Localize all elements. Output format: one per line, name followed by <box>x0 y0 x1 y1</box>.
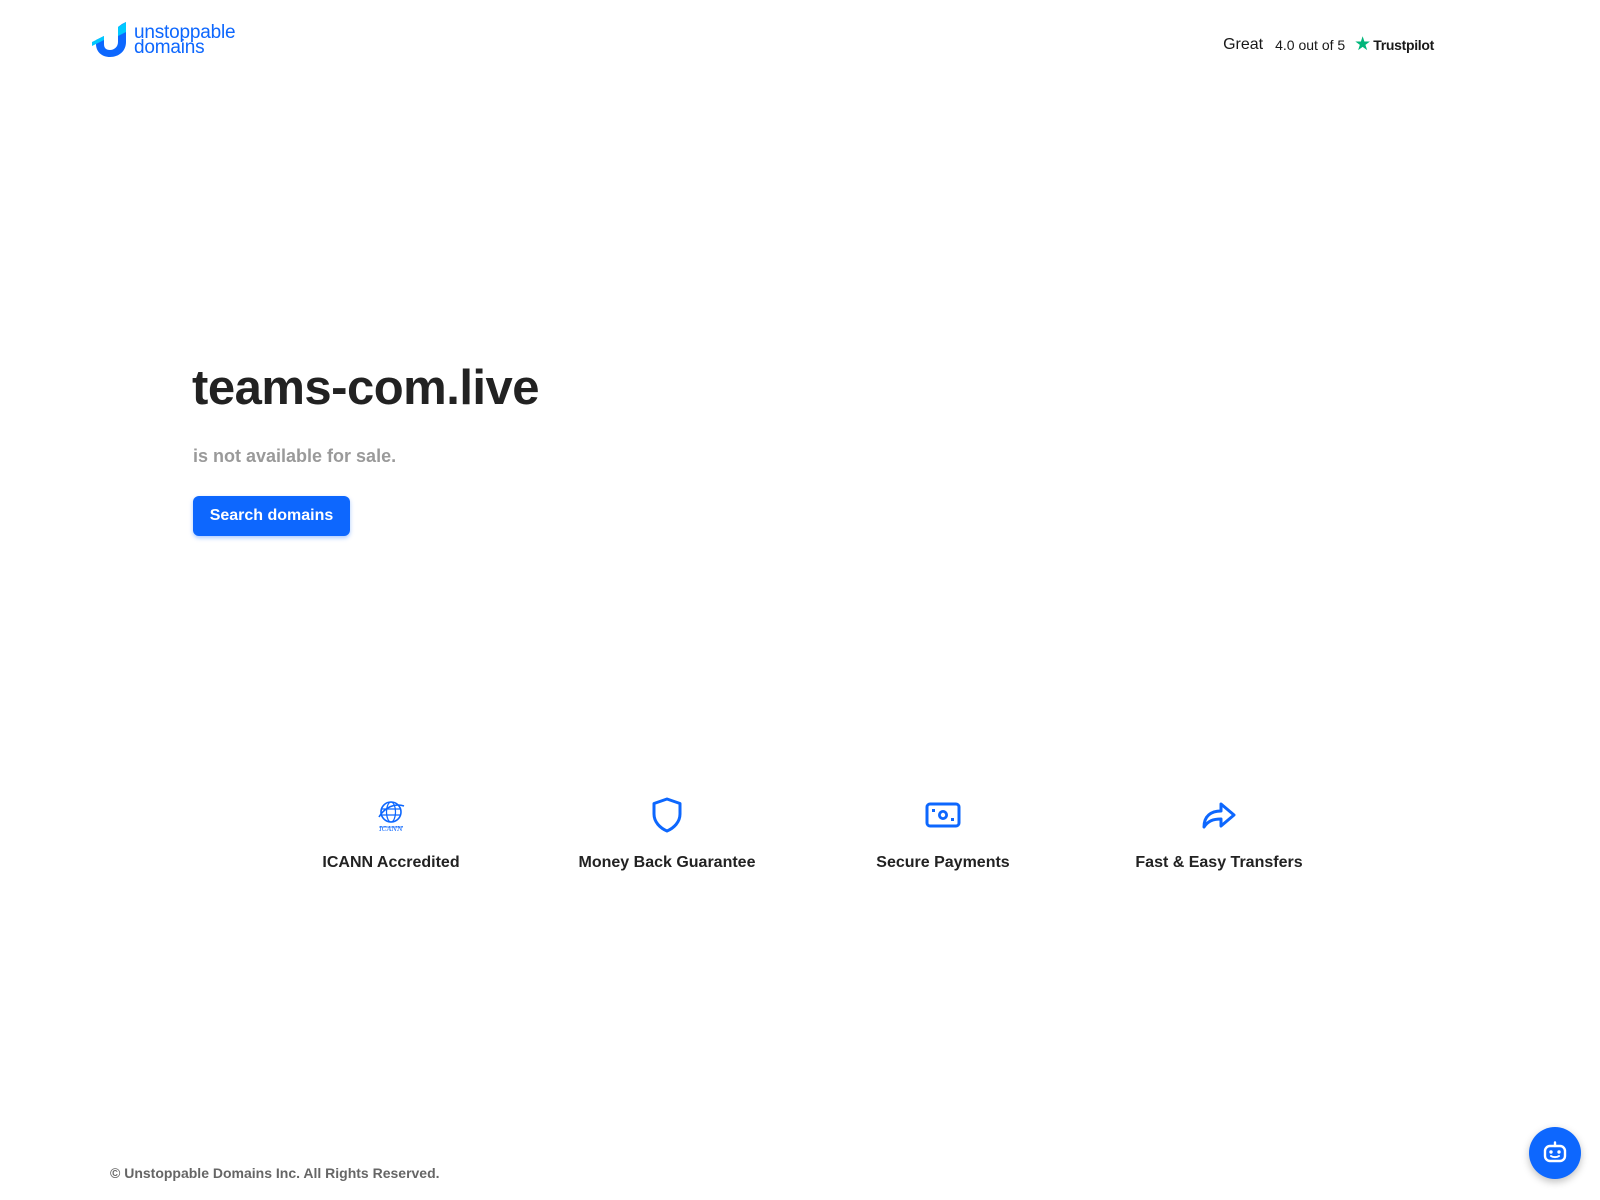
share-arrow-icon <box>1202 802 1236 829</box>
feature-label: ICANN Accredited <box>322 854 460 871</box>
feature-label: Money Back Guarantee <box>578 854 756 871</box>
domain-name-title: teams-com.live <box>192 361 540 415</box>
unstoppable-domains-logo-icon <box>92 22 126 57</box>
icann-globe-icon: ICANN <box>378 801 405 833</box>
logo-wordmark: unstoppable domains <box>134 23 236 57</box>
svg-text:ICANN: ICANN <box>378 825 403 833</box>
feature-fast-easy-transfers: Fast & Easy Transfers <box>1089 796 1349 872</box>
trustpilot-score: 4.0 out of 5 <box>1275 37 1346 53</box>
page: unstoppable domains Great 4.0 out of 5 ★… <box>0 0 1600 1200</box>
logo-link[interactable]: unstoppable domains <box>92 22 236 58</box>
trustpilot-star-icon: ★ <box>1354 34 1372 55</box>
trustpilot-brand: Trustpilot <box>1373 37 1434 53</box>
chat-assistant-button[interactable] <box>1529 1127 1581 1179</box>
trustpilot-widget[interactable]: Great 4.0 out of 5 ★ Trustpilot <box>1223 34 1434 55</box>
chat-bot-icon <box>1543 1141 1567 1163</box>
feature-label: Secure Payments <box>876 854 1010 871</box>
shield-icon <box>652 797 682 833</box>
trustpilot-rating-word: Great <box>1223 36 1264 53</box>
feature-icann-accredited: ICANN ICANN Accredited <box>261 796 521 872</box>
feature-secure-payments: Secure Payments <box>813 796 1073 872</box>
copyright-text: © Unstoppable Domains Inc. All Rights Re… <box>110 1165 440 1181</box>
availability-status: is not available for sale. <box>193 446 397 466</box>
cash-icon <box>925 802 961 828</box>
search-domains-button[interactable]: Search domains <box>193 496 350 536</box>
feature-money-back-guarantee: Money Back Guarantee <box>537 796 797 872</box>
feature-label: Fast & Easy Transfers <box>1135 854 1303 871</box>
